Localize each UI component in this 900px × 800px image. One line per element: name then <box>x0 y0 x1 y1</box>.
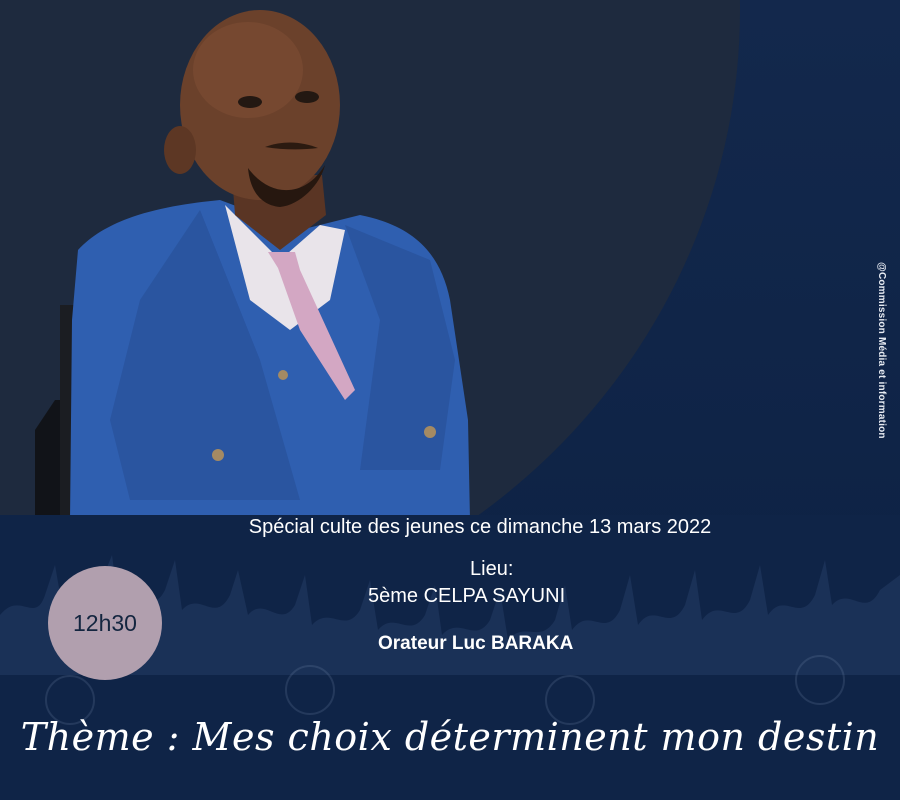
time-text: 12h30 <box>73 609 137 636</box>
speaker-name: Orateur Luc BARAKA <box>378 633 574 654</box>
location-label: Lieu: <box>470 558 514 580</box>
location-value: 5ème CELPA SAYUNI <box>368 585 566 607</box>
speaker-photo <box>35 10 470 520</box>
event-headline: Spécial culte des jeunes ce dimanche 13 … <box>248 516 712 538</box>
time-badge: 12h30 <box>48 566 162 680</box>
event-poster: @Commission Média et information Spécial… <box>0 0 900 800</box>
theme-title: Thème : Mes choix déterminent mon destin <box>20 715 880 759</box>
side-credit: @Commission Média et information <box>876 262 887 439</box>
